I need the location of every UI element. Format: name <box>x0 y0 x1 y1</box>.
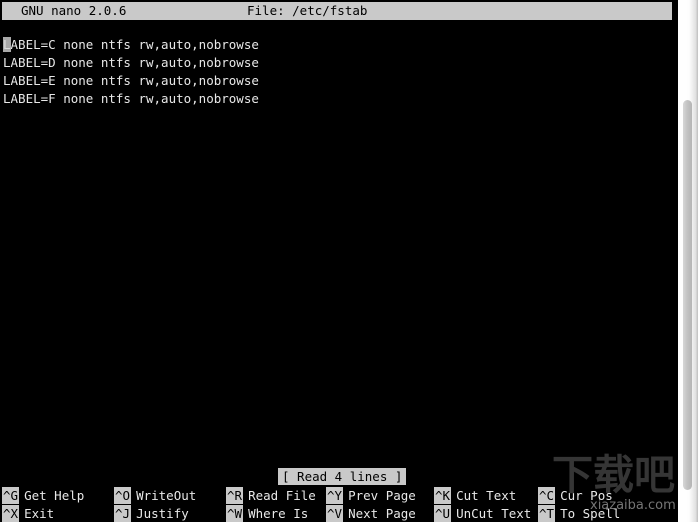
file-path-label: File: /etc/fstab <box>247 3 368 18</box>
shortcut-row-top: ^G Get Help ^O WriteOut ^R Read File ^Y Prev… <box>0 487 678 504</box>
shortcut-read-file[interactable]: ^R Read File <box>226 487 316 504</box>
shortcut-key: ^O <box>114 487 132 504</box>
shortcut-label: Cut Text <box>456 488 517 503</box>
shortcut-next-page[interactable]: ^V Next Page <box>326 505 416 522</box>
shortcut-exit[interactable]: ^X Exit <box>2 505 54 522</box>
vertical-scrollbar-thumb[interactable] <box>683 100 692 490</box>
shortcut-key: ^U <box>434 505 452 522</box>
shortcut-write-out[interactable]: ^O WriteOut <box>114 487 196 504</box>
editor-line[interactable]: LABEL=E none ntfs rw,auto,nobrowse <box>3 72 663 90</box>
shortcut-label: Cur Pos <box>560 488 613 503</box>
shortcut-key: ^C <box>538 487 556 504</box>
shortcut-label: UnCut Text <box>456 506 532 521</box>
shortcut-key: ^J <box>114 505 132 522</box>
terminal-canvas[interactable]: GNU nano 2.0.6 File: /etc/fstab LABEL=C … <box>0 0 678 522</box>
shortcut-row-bottom: ^X Exit ^J Justify ^W Where Is ^V Next Page … <box>0 505 678 522</box>
shortcut-label: Where Is <box>248 506 309 521</box>
shortcut-get-help[interactable]: ^G Get Help <box>2 487 84 504</box>
shortcut-uncut-text[interactable]: ^U UnCut Text <box>434 505 531 522</box>
shortcut-label: To Spell <box>560 506 621 521</box>
shortcut-label: Next Page <box>348 506 416 521</box>
shortcut-key: ^W <box>226 505 244 522</box>
shortcut-justify[interactable]: ^J Justify <box>114 505 189 522</box>
shortcut-help-bar: ^G Get Help ^O WriteOut ^R Read File ^Y Prev… <box>0 487 678 522</box>
shortcut-where-is[interactable]: ^W Where Is <box>226 505 308 522</box>
shortcut-label: Prev Page <box>348 488 416 503</box>
shortcut-key: ^V <box>326 505 344 522</box>
text-cursor <box>3 37 11 52</box>
editor-line[interactable]: LABEL=F none ntfs rw,auto,nobrowse <box>3 90 663 108</box>
nano-version-label: GNU nano 2.0.6 <box>21 3 127 18</box>
editor-text-area[interactable]: LABEL=C none ntfs rw,auto,nobrowse LABEL… <box>3 36 663 108</box>
shortcut-prev-page[interactable]: ^Y Prev Page <box>326 487 416 504</box>
shortcut-key: ^Y <box>326 487 344 504</box>
shortcut-label: Exit <box>24 506 55 521</box>
vertical-scrollbar-track[interactable] <box>678 0 698 522</box>
shortcut-key: ^X <box>2 505 20 522</box>
shortcut-key: ^T <box>538 505 556 522</box>
shortcut-label: Justify <box>136 506 189 521</box>
shortcut-label: Read File <box>248 488 316 503</box>
editor-line[interactable]: LABEL=C none ntfs rw,auto,nobrowse <box>3 36 663 54</box>
shortcut-label: WriteOut <box>136 488 197 503</box>
shortcut-key: ^G <box>2 487 20 504</box>
editor-line[interactable]: LABEL=D none ntfs rw,auto,nobrowse <box>3 54 663 72</box>
shortcut-cur-pos[interactable]: ^C Cur Pos <box>538 487 613 504</box>
shortcut-label: Get Help <box>24 488 85 503</box>
nano-editor-window: GNU nano 2.0.6 File: /etc/fstab LABEL=C … <box>0 0 698 522</box>
title-bar: GNU nano 2.0.6 File: /etc/fstab <box>2 2 672 20</box>
shortcut-key: ^R <box>226 487 244 504</box>
shortcut-to-spell[interactable]: ^T To Spell <box>538 505 620 522</box>
shortcut-key: ^K <box>434 487 452 504</box>
shortcut-cut-text[interactable]: ^K Cut Text <box>434 487 516 504</box>
status-message: [ Read 4 lines ] <box>278 468 407 485</box>
